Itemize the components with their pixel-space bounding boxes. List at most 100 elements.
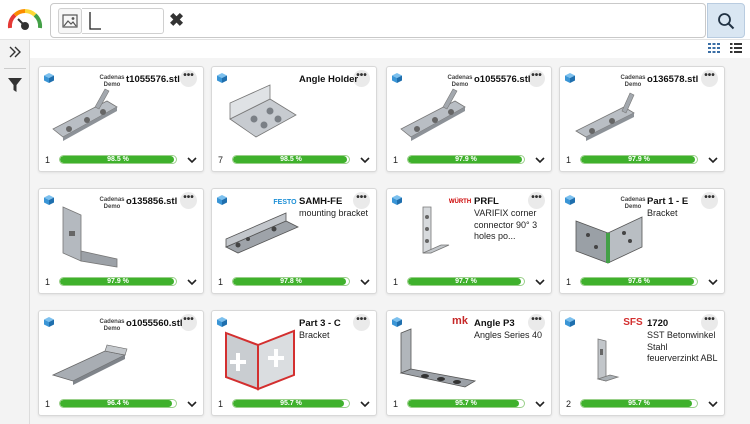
manufacturer-logo bbox=[272, 75, 298, 97]
result-card[interactable]: ••• Cadenas Demo o1055576.stl 1 97.9 % bbox=[386, 66, 552, 172]
part-description: VARIFIX corner connector 90° 3 holes po.… bbox=[474, 208, 538, 241]
chevron-down-icon[interactable] bbox=[534, 153, 546, 165]
result-card[interactable]: ••• Cadenas Demo o136578.stl 1 97.9 % bbox=[559, 66, 725, 172]
part-description: mounting bracket bbox=[299, 208, 369, 218]
manufacturer-logo: Cadenas Demo bbox=[447, 75, 473, 88]
speedometer-icon[interactable] bbox=[6, 6, 44, 32]
part-title[interactable]: o1055576.stl bbox=[474, 74, 544, 86]
result-card[interactable]: ••• Part 3 - C Bracket 1 95.7 % bbox=[211, 310, 377, 416]
match-count: 1 bbox=[45, 399, 51, 409]
similarity-bar: 97.9 % bbox=[59, 277, 177, 286]
chevron-down-icon[interactable] bbox=[707, 153, 719, 165]
similarity-bar: 95.7 % bbox=[232, 399, 350, 408]
similarity-percent: 97.9 % bbox=[455, 156, 477, 163]
result-card[interactable]: ••• mk Angle P3 Angles Series 40 1 95.7 % bbox=[386, 310, 552, 416]
result-card[interactable]: ••• FESTO SAMH-FE mounting bracket 1 97.8 % bbox=[211, 188, 377, 294]
result-card[interactable]: ••• Cadenas Demo o1055560.stl 1 96.4 % bbox=[38, 310, 204, 416]
result-card[interactable]: ••• Angle Holder 7 98.5 % bbox=[211, 66, 377, 172]
match-count: 1 bbox=[566, 277, 572, 287]
part-title[interactable]: PRFL bbox=[474, 196, 544, 208]
result-card[interactable]: ••• Cadenas Demo o135856.stl 1 97.9 % bbox=[38, 188, 204, 294]
manufacturer-logo: Cadenas Demo bbox=[620, 75, 646, 88]
similarity-bar: 96.4 % bbox=[59, 399, 177, 408]
chevron-down-icon[interactable] bbox=[359, 397, 371, 409]
part-title[interactable]: Part 1 - E bbox=[647, 196, 717, 208]
part-description: Angles Series 40 bbox=[474, 330, 543, 340]
chevron-down-icon[interactable] bbox=[186, 397, 198, 409]
chevron-down-icon[interactable] bbox=[534, 397, 546, 409]
similarity-bar: 95.7 % bbox=[407, 399, 525, 408]
toolbar-divider bbox=[4, 68, 26, 69]
similarity-bar: 98.5 % bbox=[59, 155, 177, 164]
part-description: Bracket bbox=[647, 208, 678, 218]
part-title[interactable]: o136578.stl bbox=[647, 74, 717, 86]
similarity-percent: 98.5 % bbox=[107, 156, 129, 163]
grid-view-icon[interactable] bbox=[708, 43, 720, 53]
similarity-percent: 97.9 % bbox=[107, 278, 129, 285]
similarity-percent: 97.8 % bbox=[280, 278, 302, 285]
manufacturer-logo: FESTO bbox=[273, 199, 297, 206]
part-description: SST Betonwinkel Stahl feuerverzinkt ABL bbox=[647, 330, 718, 363]
match-count: 1 bbox=[218, 399, 224, 409]
similarity-percent: 97.6 % bbox=[628, 278, 650, 285]
part-title[interactable]: t1055576.stl bbox=[126, 74, 196, 86]
result-card[interactable]: ••• WÜRTH PRFL VARIFIX corner connector 90°… bbox=[386, 188, 552, 294]
similarity-bar: 97.9 % bbox=[580, 155, 698, 164]
chevron-down-icon[interactable] bbox=[186, 153, 198, 165]
filter-icon[interactable] bbox=[7, 77, 23, 93]
part-title[interactable]: Angle P3 bbox=[474, 318, 544, 330]
match-count: 7 bbox=[218, 155, 224, 165]
part-title[interactable]: Part 3 - C bbox=[299, 318, 369, 330]
similarity-bar: 95.7 % bbox=[580, 399, 698, 408]
similarity-percent: 97.7 % bbox=[455, 278, 477, 285]
manufacturer-logo: SFS bbox=[623, 317, 643, 328]
match-count: 1 bbox=[393, 399, 399, 409]
chevron-down-icon[interactable] bbox=[707, 275, 719, 287]
chevron-down-icon[interactable] bbox=[534, 275, 546, 287]
sketch-l-shape bbox=[89, 12, 101, 30]
similarity-percent: 96.4 % bbox=[107, 400, 129, 407]
sketch-preview[interactable] bbox=[82, 8, 164, 34]
chevron-down-icon[interactable] bbox=[186, 275, 198, 287]
manufacturer-logo bbox=[272, 319, 298, 341]
part-description: Bracket bbox=[299, 330, 330, 340]
similarity-percent: 97.9 % bbox=[628, 156, 650, 163]
manufacturer-logo: Cadenas Demo bbox=[99, 319, 125, 332]
left-toolbar bbox=[0, 40, 30, 424]
manufacturer-logo: mk bbox=[452, 315, 468, 327]
match-count: 1 bbox=[45, 155, 51, 165]
part-title[interactable]: SAMH-FE bbox=[299, 196, 369, 208]
manufacturer-logo: Cadenas Demo bbox=[99, 197, 125, 210]
results-grid: ••• Cadenas Demo t1055576.stl 1 98.5 % ••• Ang… bbox=[30, 58, 750, 424]
list-view-icon[interactable] bbox=[730, 43, 742, 53]
chevron-down-icon[interactable] bbox=[359, 153, 371, 165]
similarity-bar: 97.6 % bbox=[580, 277, 698, 286]
part-title[interactable]: Angle Holder bbox=[299, 74, 369, 86]
top-bar: ✖ bbox=[0, 0, 750, 40]
match-count: 1 bbox=[566, 155, 572, 165]
result-card[interactable]: ••• Cadenas Demo Part 1 - E Bracket 1 97.6 % bbox=[559, 188, 725, 294]
manufacturer-logo: Cadenas Demo bbox=[620, 197, 646, 210]
match-count: 1 bbox=[393, 155, 399, 165]
search-button[interactable] bbox=[707, 3, 745, 38]
similarity-bar: 97.9 % bbox=[407, 155, 525, 164]
similarity-bar: 97.7 % bbox=[407, 277, 525, 286]
part-title[interactable]: o135856.stl bbox=[126, 196, 196, 208]
image-search-button[interactable] bbox=[58, 8, 82, 34]
match-count: 1 bbox=[393, 277, 399, 287]
part-title[interactable]: o1055560.stl bbox=[126, 318, 196, 330]
similarity-percent: 95.7 % bbox=[280, 400, 302, 407]
similarity-bar: 97.8 % bbox=[232, 277, 350, 286]
image-icon bbox=[62, 14, 78, 28]
result-card[interactable]: ••• SFS 1720 SST Betonwinkel Stahl feuerver… bbox=[559, 310, 725, 416]
double-chevron-right-icon[interactable] bbox=[7, 44, 23, 60]
clear-search-button[interactable]: ✖ bbox=[169, 9, 184, 31]
search-field[interactable]: ✖ bbox=[50, 3, 706, 38]
chevron-down-icon[interactable] bbox=[707, 397, 719, 409]
match-count: 1 bbox=[45, 277, 51, 287]
similarity-percent: 98.5 % bbox=[280, 156, 302, 163]
chevron-down-icon[interactable] bbox=[359, 275, 371, 287]
result-card[interactable]: ••• Cadenas Demo t1055576.stl 1 98.5 % bbox=[38, 66, 204, 172]
similarity-percent: 95.7 % bbox=[455, 400, 477, 407]
part-title[interactable]: 1720 bbox=[647, 318, 717, 330]
